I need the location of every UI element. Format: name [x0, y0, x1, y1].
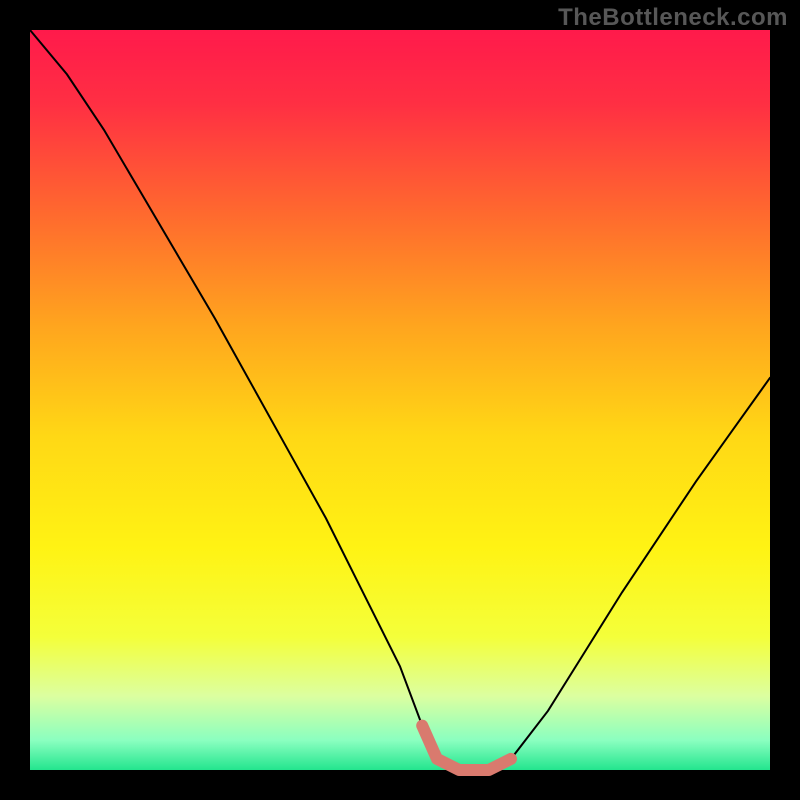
bottleneck-chart [0, 0, 800, 800]
watermark-text: TheBottleneck.com [558, 4, 788, 32]
chart-frame: TheBottleneck.com [0, 0, 800, 800]
gradient-background [30, 30, 770, 770]
